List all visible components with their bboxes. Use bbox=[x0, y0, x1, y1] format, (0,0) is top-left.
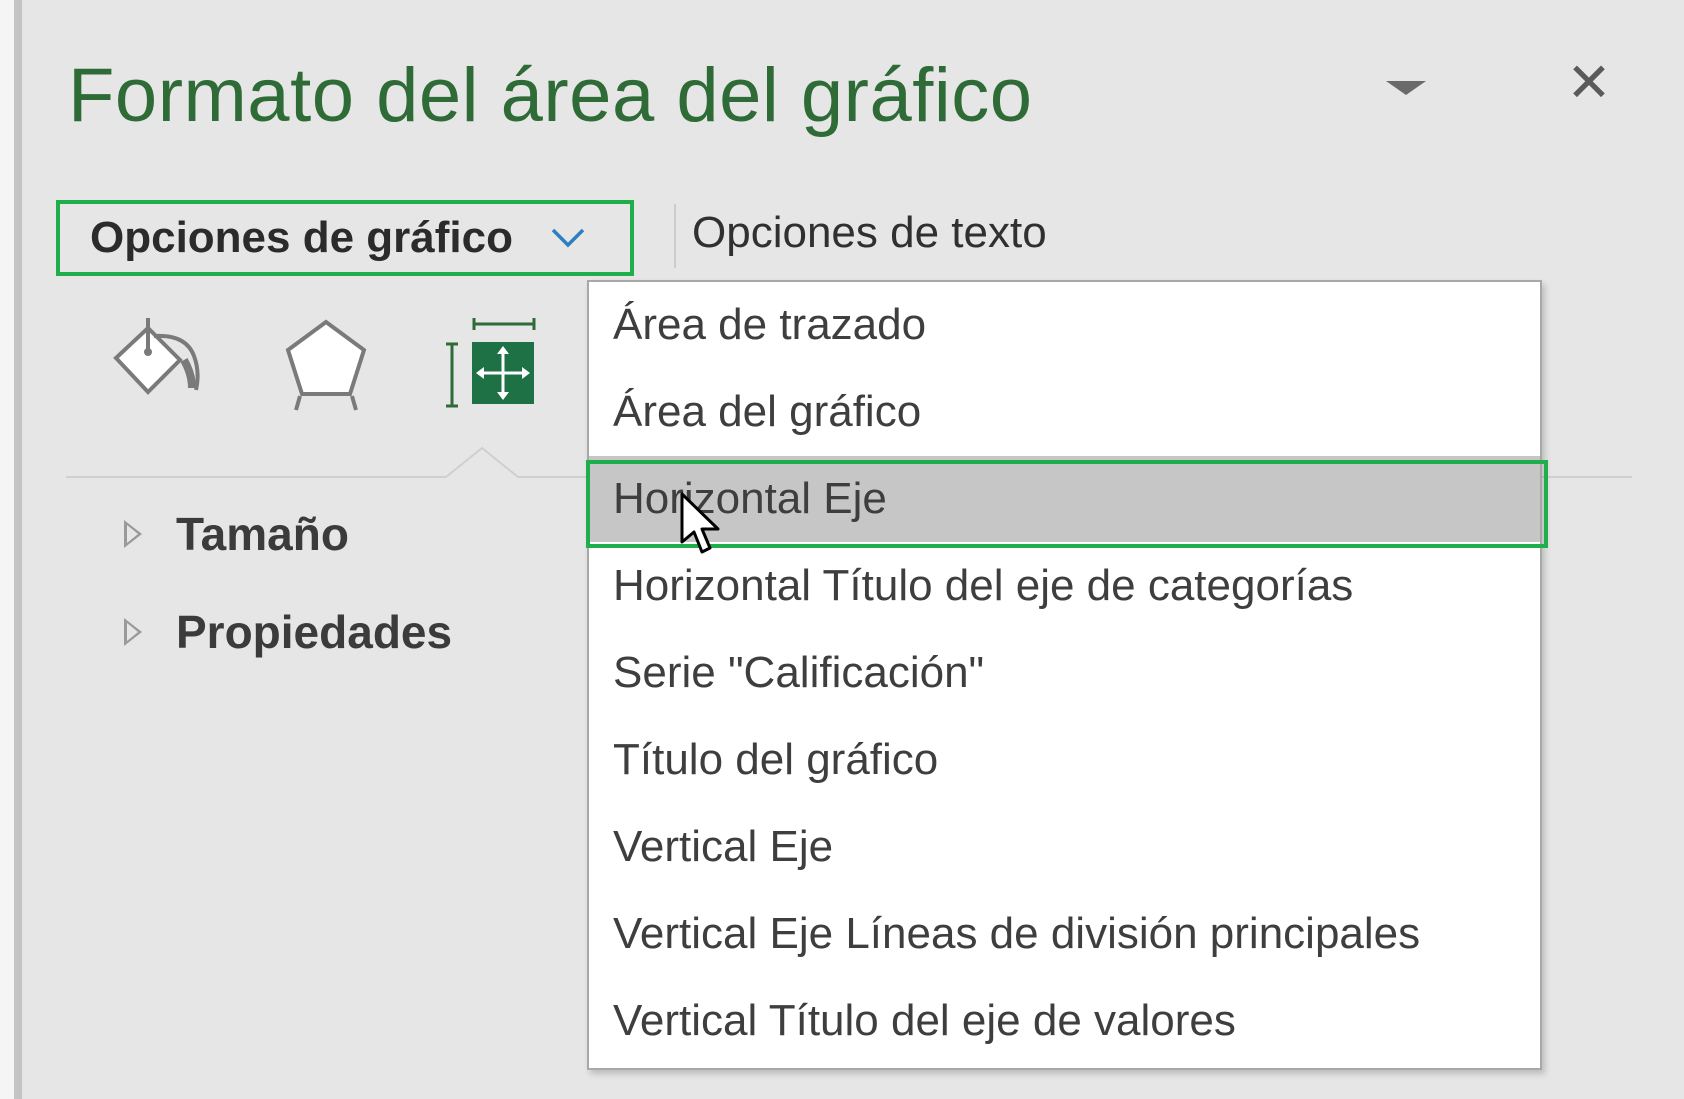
dropdown-item-selected[interactable]: Horizontal Eje bbox=[589, 456, 1540, 542]
expand-arrow-icon bbox=[124, 618, 142, 646]
effects-pentagon-icon[interactable] bbox=[280, 316, 372, 412]
dropdown-item[interactable]: Título del gráfico bbox=[589, 717, 1540, 803]
size-properties-icon[interactable] bbox=[444, 318, 540, 408]
fill-line-icon[interactable] bbox=[108, 316, 208, 408]
active-tab-indicator bbox=[445, 446, 519, 480]
section-properties[interactable]: Propiedades bbox=[100, 604, 452, 660]
dropdown-triangle-icon bbox=[1386, 81, 1426, 95]
pane-title: Formato del área del gráfico bbox=[68, 53, 1033, 138]
dropdown-item[interactable]: Vertical Título del eje de valores bbox=[589, 978, 1540, 1064]
tab-chart-options[interactable]: Opciones de gráfico bbox=[56, 200, 634, 276]
dropdown-item[interactable]: Área de trazado bbox=[589, 282, 1540, 368]
tab-separator bbox=[674, 204, 676, 268]
section-properties-label: Propiedades bbox=[176, 606, 453, 658]
dropdown-item[interactable]: Horizontal Título del eje de categorías bbox=[589, 543, 1540, 629]
pane-options-button[interactable] bbox=[1382, 70, 1430, 106]
dropdown-item[interactable]: Área del gráfico bbox=[589, 369, 1540, 455]
dropdown-item[interactable]: Vertical Eje bbox=[589, 804, 1540, 890]
tab-text-options[interactable]: Opciones de texto bbox=[692, 208, 1047, 258]
window-left-edge bbox=[0, 0, 14, 1099]
tab-chart-options-label: Opciones de gráfico bbox=[90, 213, 513, 262]
chart-elements-dropdown: Área de trazado Área del gráfico Horizon… bbox=[587, 280, 1542, 1070]
dropdown-item[interactable]: Serie "Calificación" bbox=[589, 630, 1540, 716]
expand-arrow-icon bbox=[124, 520, 142, 548]
section-size-label: Tamaño bbox=[176, 508, 349, 560]
mouse-pointer-icon bbox=[680, 492, 728, 562]
section-size[interactable]: Tamaño bbox=[100, 506, 349, 562]
dropdown-item[interactable]: Vertical Eje Líneas de división principa… bbox=[589, 891, 1540, 977]
chevron-down-icon[interactable] bbox=[547, 217, 589, 259]
close-pane-button[interactable]: ✕ bbox=[1560, 54, 1618, 112]
pane-border bbox=[14, 0, 22, 1099]
close-icon: ✕ bbox=[1566, 53, 1612, 113]
